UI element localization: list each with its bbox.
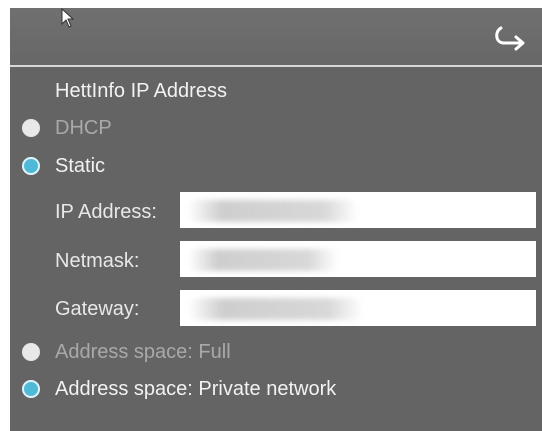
mouse-cursor-icon — [61, 8, 75, 28]
radio-label-address-space-full: Address space: Full — [55, 340, 231, 363]
radio-label-address-space-private: Address space: Private network — [55, 377, 337, 400]
gateway-field-wrapper — [180, 290, 536, 326]
ip-address-label: IP Address: — [55, 201, 157, 223]
section-title: HettInfo IP Address — [55, 80, 227, 102]
radio-button-unchecked[interactable] — [22, 119, 40, 137]
radio-button-checked[interactable] — [22, 157, 40, 175]
return-arrow-icon[interactable] — [492, 22, 528, 52]
network-settings-panel: HettInfo IP Address DHCP Static IP Addre… — [10, 8, 542, 431]
obscured-value — [188, 200, 358, 222]
radio-static[interactable]: Static — [22, 154, 105, 178]
obscured-value — [188, 249, 338, 271]
gateway-label: Gateway: — [55, 298, 140, 320]
ip-address-field-wrapper — [180, 192, 536, 228]
netmask-label: Netmask: — [55, 250, 140, 272]
radio-label-static: Static — [55, 154, 106, 177]
netmask-field-wrapper — [180, 241, 536, 277]
radio-address-space-private[interactable]: Address space: Private network — [22, 377, 336, 401]
radio-address-space-full[interactable]: Address space: Full — [22, 340, 231, 364]
obscured-value — [188, 298, 363, 320]
radio-button-unchecked[interactable] — [22, 343, 40, 361]
radio-button-checked[interactable] — [22, 380, 40, 398]
radio-dhcp[interactable]: DHCP — [22, 116, 112, 140]
panel-header — [10, 8, 542, 67]
radio-label-dhcp: DHCP — [55, 116, 112, 139]
